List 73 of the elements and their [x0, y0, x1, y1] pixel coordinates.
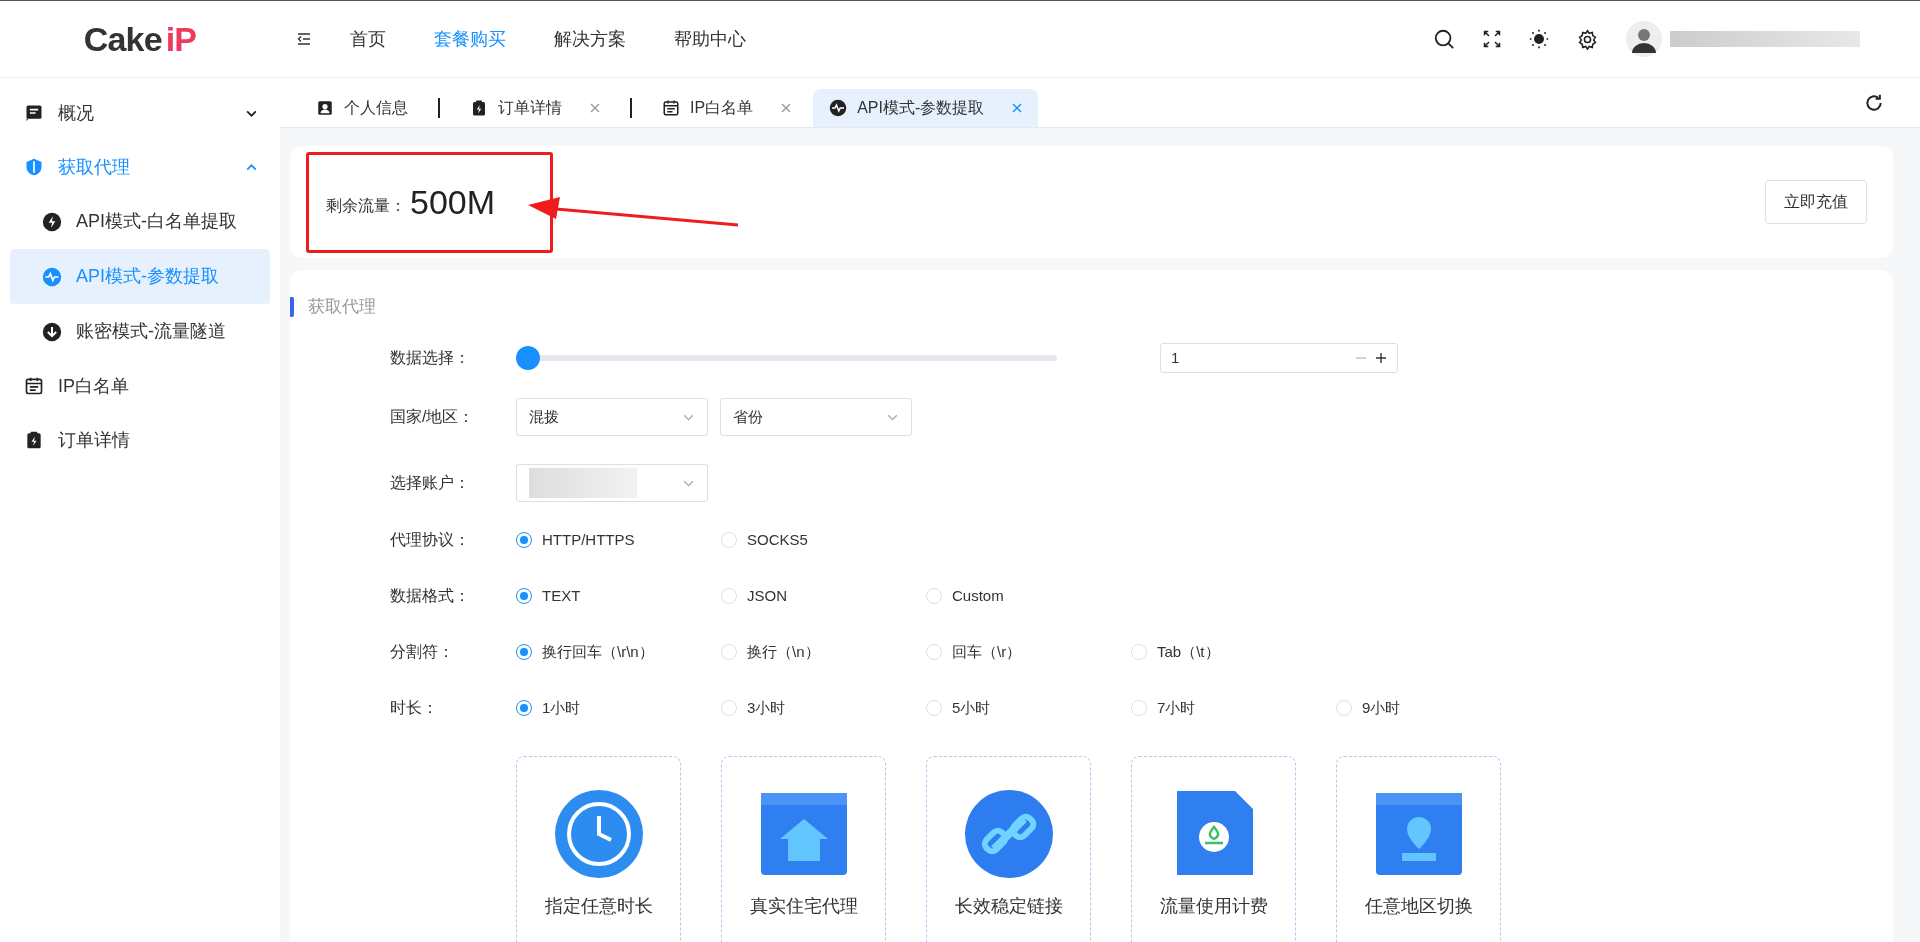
balance-value: 500M — [410, 181, 496, 223]
select-field[interactable]: 混拨 — [516, 398, 708, 436]
slider-thumb[interactable] — [516, 346, 540, 370]
radio-option[interactable]: TEXT — [516, 584, 721, 608]
tab[interactable]: API模式-参数提取 — [813, 89, 1039, 127]
number-input[interactable]: 1 — [1160, 343, 1398, 373]
radio-option[interactable]: 1小时 — [516, 696, 721, 720]
radio-option[interactable]: 回车（\r） — [926, 640, 1131, 664]
field-label: 选择账户： — [390, 473, 471, 493]
nav-link[interactable]: 解决方案 — [554, 25, 626, 53]
tab[interactable]: IP白名单 — [646, 89, 808, 127]
sidebar-item[interactable]: 概况 — [10, 86, 270, 140]
radio-option[interactable]: 7小时 — [1131, 696, 1336, 720]
field-label: 国家/地区： — [390, 407, 476, 427]
radio-option[interactable]: 9小时 — [1336, 696, 1541, 720]
sidebar-subitem[interactable]: 账密模式-流量隧道 — [10, 304, 270, 359]
radio-option[interactable]: Custom — [926, 584, 1131, 608]
chain-link-icon — [963, 789, 1054, 879]
tab[interactable]: 个人信息 — [300, 89, 424, 127]
sidebar-subitem[interactable]: API模式-白名单提取 — [10, 194, 270, 249]
field-label: 数据选择： — [390, 348, 471, 368]
radio-option[interactable]: 3小时 — [721, 696, 926, 720]
select-field[interactable] — [516, 464, 708, 502]
clipboard-icon — [470, 99, 488, 117]
close-icon[interactable] — [590, 103, 600, 113]
calendar-icon — [24, 376, 44, 396]
lightning-icon — [42, 211, 62, 232]
settings-icon[interactable] — [1577, 28, 1598, 50]
message-icon — [24, 103, 44, 123]
plus-icon[interactable] — [1375, 352, 1387, 364]
close-icon[interactable] — [1012, 103, 1023, 113]
fullscreen-icon[interactable] — [1483, 30, 1501, 48]
sidebar-item[interactable]: 订单详情 — [10, 413, 270, 467]
close-icon[interactable] — [781, 103, 792, 113]
field-label: 代理协议： — [390, 530, 471, 550]
radio-option[interactable]: Tab（\t） — [1131, 640, 1336, 664]
refresh-icon[interactable] — [1864, 93, 1884, 113]
select-field[interactable]: 省份 — [720, 398, 912, 436]
radio-option[interactable]: JSON — [721, 584, 926, 608]
clipboard-icon — [24, 430, 44, 450]
radio-option[interactable]: 5小时 — [926, 696, 1131, 720]
field-label: 时长： — [390, 698, 439, 718]
pulse-icon — [829, 99, 848, 117]
slider[interactable] — [516, 346, 1057, 370]
tab[interactable]: 订单详情 — [454, 89, 616, 127]
feature-label: 任意地区切换 — [1364, 895, 1473, 918]
sidebar-item[interactable]: IP白名单 — [10, 359, 270, 413]
calendar-icon — [662, 99, 680, 117]
feature-label: 指定任意时长 — [544, 895, 653, 918]
radio-option[interactable]: 换行（\n） — [721, 640, 926, 664]
feature-label: 长效稳定链接 — [954, 895, 1063, 918]
radio-option[interactable]: 换行回车（\r\n） — [516, 640, 721, 664]
radio-option[interactable]: HTTP/HTTPS — [516, 528, 721, 552]
clock-icon — [553, 789, 644, 879]
nav-link[interactable]: 首页 — [350, 25, 386, 53]
logo: CakeiP — [83, 18, 197, 60]
avatar[interactable] — [1626, 21, 1662, 57]
top-up-button[interactable]: 立即充值 — [1765, 180, 1867, 224]
search-icon[interactable] — [1433, 28, 1455, 50]
balance-label: 剩余流量： — [326, 196, 406, 216]
radio-option[interactable]: SOCKS5 — [721, 528, 926, 552]
sun-icon[interactable] — [1529, 29, 1549, 49]
collapse-menu-icon[interactable] — [296, 31, 312, 47]
section-title: 获取代理 — [308, 296, 376, 319]
field-label: 分割符： — [390, 642, 455, 662]
pulse-icon — [42, 266, 62, 287]
feature-label: 真实住宅代理 — [749, 895, 858, 918]
download-icon — [42, 321, 62, 342]
field-label: 数据格式： — [390, 586, 471, 606]
feature-label: 流量使用计费 — [1159, 895, 1268, 918]
nav-link[interactable]: 帮助中心 — [674, 25, 746, 53]
person-icon — [316, 99, 334, 117]
shield-icon — [24, 157, 44, 177]
